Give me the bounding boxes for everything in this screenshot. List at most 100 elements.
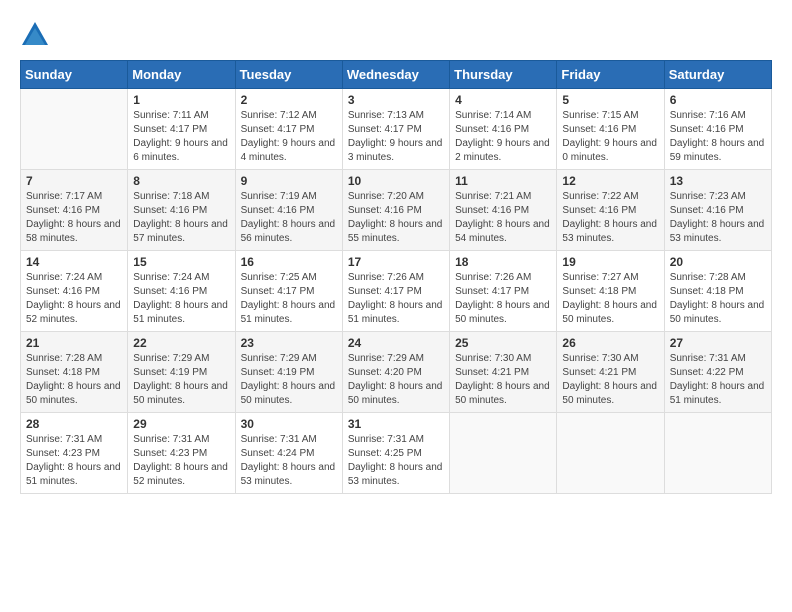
logo-icon [20, 20, 50, 50]
calendar-day-cell: 19 Sunrise: 7:27 AMSunset: 4:18 PMDayligh… [557, 251, 664, 332]
day-info: Sunrise: 7:21 AMSunset: 4:16 PMDaylight:… [455, 190, 551, 246]
day-number: 19 [562, 255, 658, 269]
calendar-day-cell: 15 Sunrise: 7:24 AMSunset: 4:16 PMDayligh… [128, 251, 235, 332]
calendar-day-cell [664, 413, 771, 494]
logo [20, 20, 55, 50]
day-info: Sunrise: 7:31 AMSunset: 4:25 PMDaylight:… [348, 433, 444, 489]
day-number: 1 [133, 93, 229, 107]
day-number: 31 [348, 417, 444, 431]
day-info: Sunrise: 7:23 AMSunset: 4:16 PMDaylight:… [670, 190, 766, 246]
calendar-day-cell: 8 Sunrise: 7:18 AMSunset: 4:16 PMDaylight… [128, 170, 235, 251]
calendar-day-cell: 30 Sunrise: 7:31 AMSunset: 4:24 PMDayligh… [235, 413, 342, 494]
calendar-day-cell: 11 Sunrise: 7:21 AMSunset: 4:16 PMDayligh… [450, 170, 557, 251]
day-number: 28 [26, 417, 122, 431]
calendar-day-cell: 23Sunrise: 7:29 AMSunset: 4:19 PMDayligh… [235, 332, 342, 413]
day-info: Sunrise: 7:22 AMSunset: 4:16 PMDaylight:… [562, 190, 658, 246]
calendar-day-cell: 12 Sunrise: 7:22 AMSunset: 4:16 PMDayligh… [557, 170, 664, 251]
day-number: 3 [348, 93, 444, 107]
weekday-header-monday: Monday [128, 61, 235, 89]
calendar-day-cell: 26 Sunrise: 7:30 AMSunset: 4:21 PMDayligh… [557, 332, 664, 413]
calendar-week-row: 28 Sunrise: 7:31 AMSunset: 4:23 PMDayligh… [21, 413, 772, 494]
day-number: 9 [241, 174, 337, 188]
day-info: Sunrise: 7:31 AMSunset: 4:24 PMDaylight:… [241, 433, 337, 489]
day-info: Sunrise: 7:17 AMSunset: 4:16 PMDaylight:… [26, 190, 122, 246]
calendar-day-cell: 16 Sunrise: 7:25 AMSunset: 4:17 PMDayligh… [235, 251, 342, 332]
calendar-week-row: 14Sunrise: 7:24 AMSunset: 4:16 PMDayligh… [21, 251, 772, 332]
weekday-header-row: SundayMondayTuesdayWednesdayThursdayFrid… [21, 61, 772, 89]
day-info: Sunrise: 7:29 AMSunset: 4:19 PMDaylight:… [241, 352, 337, 408]
weekday-header-wednesday: Wednesday [342, 61, 449, 89]
day-number: 29 [133, 417, 229, 431]
calendar-day-cell: 5Sunrise: 7:15 AMSunset: 4:16 PMDaylight… [557, 89, 664, 170]
day-info: Sunrise: 7:18 AMSunset: 4:16 PMDaylight:… [133, 190, 229, 246]
day-info: Sunrise: 7:25 AMSunset: 4:17 PMDaylight:… [241, 271, 337, 327]
day-info: Sunrise: 7:24 AMSunset: 4:16 PMDaylight:… [133, 271, 229, 327]
calendar-day-cell: 31 Sunrise: 7:31 AMSunset: 4:25 PMDayligh… [342, 413, 449, 494]
day-info: Sunrise: 7:28 AMSunset: 4:18 PMDaylight:… [670, 271, 766, 327]
day-number: 16 [241, 255, 337, 269]
weekday-header-friday: Friday [557, 61, 664, 89]
day-number: 8 [133, 174, 229, 188]
day-number: 10 [348, 174, 444, 188]
calendar-day-cell: 10 Sunrise: 7:20 AMSunset: 4:16 PMDayligh… [342, 170, 449, 251]
day-number: 30 [241, 417, 337, 431]
day-number: 15 [133, 255, 229, 269]
day-number: 5 [562, 93, 658, 107]
day-info: Sunrise: 7:27 AMSunset: 4:18 PMDaylight:… [562, 271, 658, 327]
day-info: Sunrise: 7:29 AMSunset: 4:20 PMDaylight:… [348, 352, 444, 408]
day-info: Sunrise: 7:20 AMSunset: 4:16 PMDaylight:… [348, 190, 444, 246]
day-number: 27 [670, 336, 766, 350]
calendar-day-cell: 24 Sunrise: 7:29 AMSunset: 4:20 PMDayligh… [342, 332, 449, 413]
page-header [20, 20, 772, 50]
day-number: 17 [348, 255, 444, 269]
page-wrapper: SundayMondayTuesdayWednesdayThursdayFrid… [20, 20, 772, 494]
day-info: Sunrise: 7:14 AMSunset: 4:16 PMDaylight:… [455, 109, 551, 165]
day-info: Sunrise: 7:26 AMSunset: 4:17 PMDaylight:… [348, 271, 444, 327]
day-info: Sunrise: 7:31 AMSunset: 4:23 PMDaylight:… [133, 433, 229, 489]
calendar-day-cell: 28 Sunrise: 7:31 AMSunset: 4:23 PMDayligh… [21, 413, 128, 494]
day-number: 21 [26, 336, 122, 350]
weekday-header-thursday: Thursday [450, 61, 557, 89]
day-info: Sunrise: 7:24 AMSunset: 4:16 PMDaylight:… [26, 271, 122, 327]
day-info: Sunrise: 7:31 AMSunset: 4:23 PMDaylight:… [26, 433, 122, 489]
weekday-header-saturday: Saturday [664, 61, 771, 89]
day-number: 12 [562, 174, 658, 188]
day-number: 26 [562, 336, 658, 350]
calendar-table: SundayMondayTuesdayWednesdayThursdayFrid… [20, 60, 772, 494]
calendar-week-row: 21 Sunrise: 7:28 AMSunset: 4:18 PMDayligh… [21, 332, 772, 413]
day-number: 24 [348, 336, 444, 350]
day-number: 2 [241, 93, 337, 107]
day-number: 11 [455, 174, 551, 188]
day-number: 20 [670, 255, 766, 269]
day-number: 13 [670, 174, 766, 188]
day-number: 4 [455, 93, 551, 107]
day-number: 22 [133, 336, 229, 350]
calendar-day-cell: 27 Sunrise: 7:31 AMSunset: 4:22 PMDayligh… [664, 332, 771, 413]
day-info: Sunrise: 7:30 AMSunset: 4:21 PMDaylight:… [455, 352, 551, 408]
day-info: Sunrise: 7:19 AMSunset: 4:16 PMDaylight:… [241, 190, 337, 246]
calendar-week-row: 7 Sunrise: 7:17 AMSunset: 4:16 PMDaylight… [21, 170, 772, 251]
day-number: 18 [455, 255, 551, 269]
day-info: Sunrise: 7:30 AMSunset: 4:21 PMDaylight:… [562, 352, 658, 408]
day-info: Sunrise: 7:29 AMSunset: 4:19 PMDaylight:… [133, 352, 229, 408]
day-number: 7 [26, 174, 122, 188]
calendar-day-cell: 14Sunrise: 7:24 AMSunset: 4:16 PMDayligh… [21, 251, 128, 332]
calendar-day-cell: 2 Sunrise: 7:12 AMSunset: 4:17 PMDaylight… [235, 89, 342, 170]
calendar-day-cell [450, 413, 557, 494]
day-info: Sunrise: 7:31 AMSunset: 4:22 PMDaylight:… [670, 352, 766, 408]
calendar-day-cell: 21 Sunrise: 7:28 AMSunset: 4:18 PMDayligh… [21, 332, 128, 413]
calendar-week-row: 1 Sunrise: 7:11 AMSunset: 4:17 PMDaylight… [21, 89, 772, 170]
calendar-day-cell: 4 Sunrise: 7:14 AMSunset: 4:16 PMDaylight… [450, 89, 557, 170]
weekday-header-tuesday: Tuesday [235, 61, 342, 89]
calendar-day-cell: 3Sunrise: 7:13 AMSunset: 4:17 PMDaylight… [342, 89, 449, 170]
calendar-day-cell: 17 Sunrise: 7:26 AMSunset: 4:17 PMDayligh… [342, 251, 449, 332]
calendar-day-cell: 18Sunrise: 7:26 AMSunset: 4:17 PMDayligh… [450, 251, 557, 332]
day-number: 6 [670, 93, 766, 107]
calendar-day-cell: 22 Sunrise: 7:29 AMSunset: 4:19 PMDayligh… [128, 332, 235, 413]
day-info: Sunrise: 7:11 AMSunset: 4:17 PMDaylight:… [133, 109, 229, 165]
day-info: Sunrise: 7:28 AMSunset: 4:18 PMDaylight:… [26, 352, 122, 408]
calendar-day-cell: 29 Sunrise: 7:31 AMSunset: 4:23 PMDayligh… [128, 413, 235, 494]
day-info: Sunrise: 7:12 AMSunset: 4:17 PMDaylight:… [241, 109, 337, 165]
calendar-day-cell: 6Sunrise: 7:16 AMSunset: 4:16 PMDaylight… [664, 89, 771, 170]
calendar-day-cell: 9 Sunrise: 7:19 AMSunset: 4:16 PMDaylight… [235, 170, 342, 251]
